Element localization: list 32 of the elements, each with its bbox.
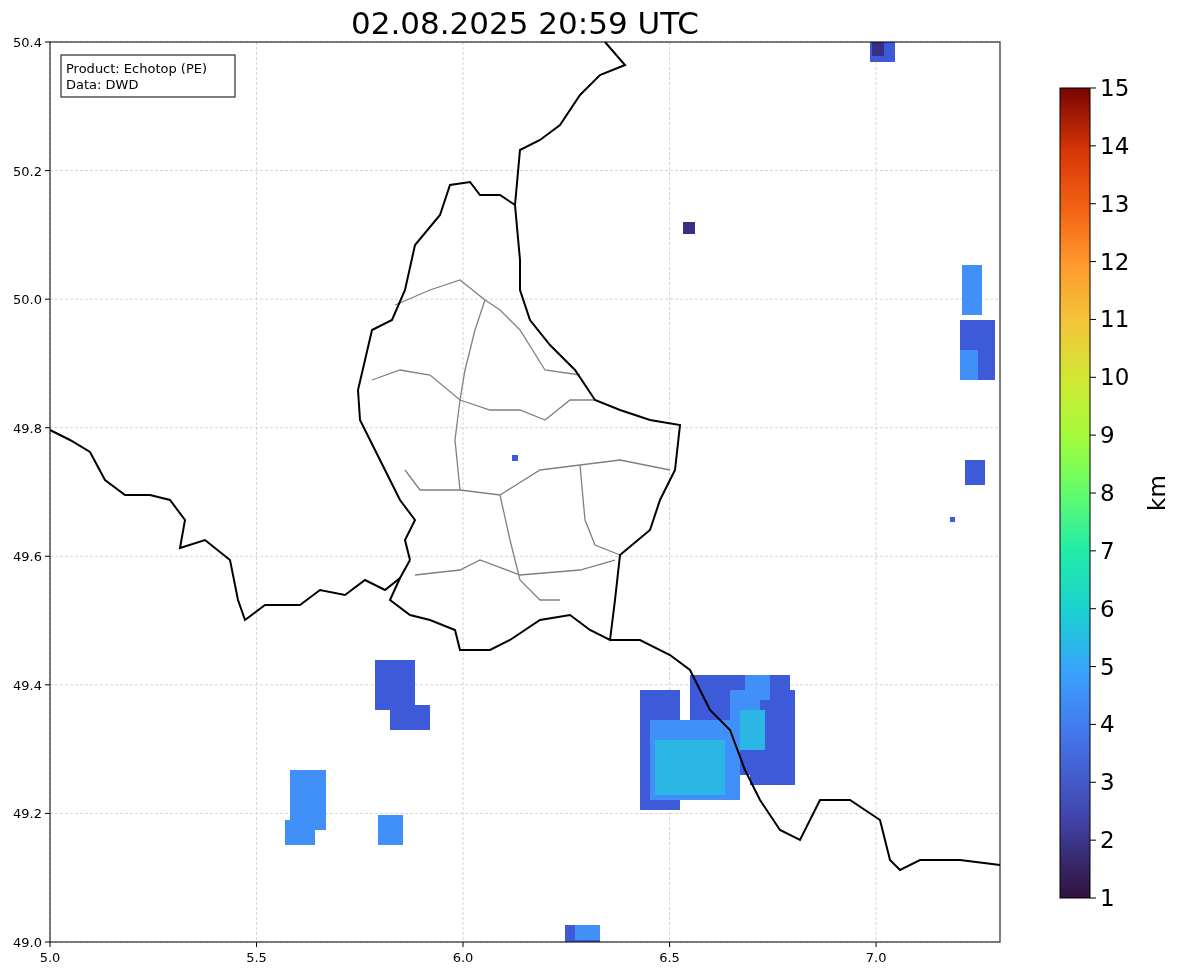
latitude-tick-label: 49.6 [13, 549, 42, 565]
colorbar-label: km [1144, 475, 1170, 511]
colorbar-tick-label: 7 [1100, 537, 1115, 564]
colorbar-tick-label: 8 [1100, 480, 1115, 506]
longitude-tick-label: 5.0 [39, 950, 61, 965]
latitude-tick-label: 49.0 [13, 935, 42, 950]
info-text: Product: Echotop (PE) [66, 61, 208, 76]
colorbar-tick-label: 5 [1100, 653, 1115, 680]
map-title: 02.08.2025 20:59 UTC [351, 5, 699, 41]
latitude-tick-label: 50.2 [13, 163, 42, 179]
longitude-tick-label: 6.5 [659, 950, 680, 965]
colorbar-tick-label: 11 [1100, 306, 1130, 333]
latitude-tick-label: 49.8 [13, 420, 42, 436]
colorbar-tick-label: 14 [1100, 132, 1130, 159]
longitude-tick-label: 6.0 [452, 950, 474, 965]
colorbar-tick-label: 1 [1100, 885, 1115, 911]
longitude-tick-label: 7.0 [865, 950, 887, 965]
colorbar-tick-label: 10 [1100, 364, 1130, 391]
colorbar-tick-label: 6 [1100, 595, 1115, 622]
colorbar-tick-label: 2 [1100, 827, 1115, 854]
latitude-tick-label: 49.4 [13, 677, 42, 693]
colorbar-tick-label: 3 [1100, 769, 1115, 796]
latitude-tick-label: 50.4 [13, 35, 42, 50]
latitude-tick-label: 49.2 [13, 806, 42, 822]
colorbar-tick-label: 15 [1100, 75, 1130, 101]
info-text: Data: DWD [66, 77, 139, 92]
colorbar-tick-label: 9 [1100, 422, 1115, 449]
longitude-tick-label: 5.5 [246, 950, 267, 965]
colorbar-tick-label: 4 [1100, 711, 1115, 738]
latitude-tick-label: 50.0 [13, 292, 42, 308]
colorbar-tick-label: 13 [1100, 190, 1130, 217]
colorbar-tick-label: 12 [1100, 248, 1130, 275]
